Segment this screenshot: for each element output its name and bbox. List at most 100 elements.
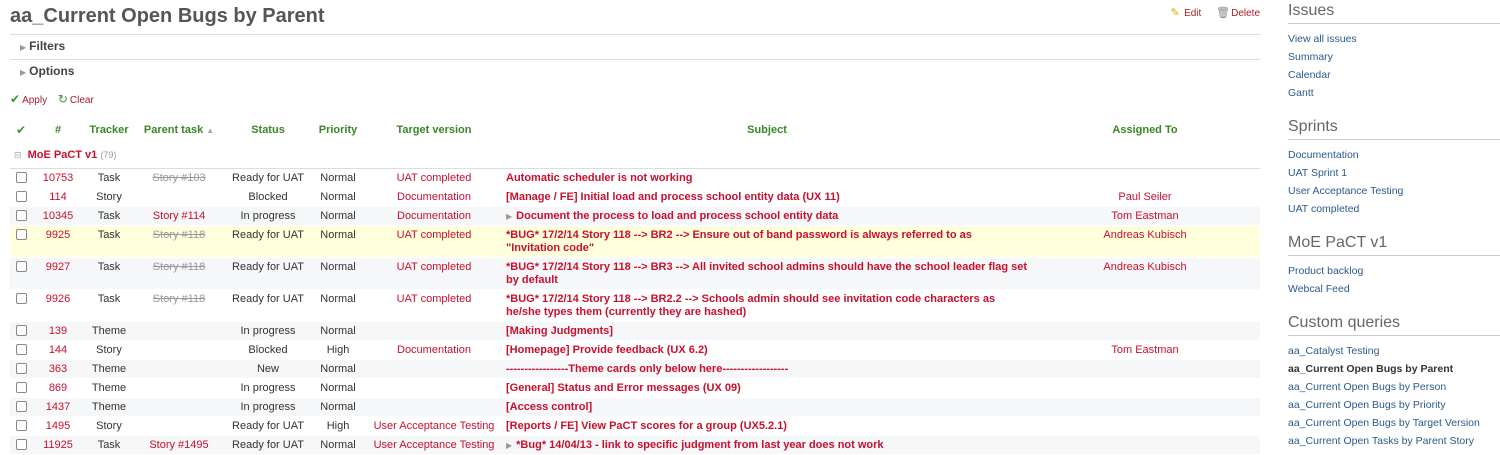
version-link[interactable]: UAT completed: [397, 229, 472, 241]
issue-id-link[interactable]: 11925: [43, 439, 73, 451]
parent-task-link[interactable]: Story #1495: [149, 439, 208, 451]
parent-task-link[interactable]: Story #118: [153, 229, 205, 241]
issue-id-link[interactable]: 114: [49, 191, 67, 203]
version-link[interactable]: User Acceptance Testing: [374, 439, 495, 451]
subject-text[interactable]: -----------------Theme cards only below …: [506, 363, 788, 375]
parent-task-link[interactable]: Story #118: [153, 261, 205, 273]
row-checkbox[interactable]: [15, 439, 27, 451]
sidebar-link[interactable]: UAT Sprint 1: [1288, 167, 1347, 179]
version-link[interactable]: UAT completed: [397, 172, 472, 184]
issue-id-link[interactable]: 1437: [46, 401, 70, 413]
clear-button[interactable]: ↻ Clear: [58, 92, 94, 106]
issue-id-link[interactable]: 363: [49, 363, 67, 375]
table-row[interactable]: 1437 Theme In progress Normal [Access contro…: [10, 397, 1260, 416]
options-section[interactable]: ▶ Options: [10, 59, 1260, 84]
assignee-link[interactable]: Paul Seiler: [1118, 191, 1171, 203]
version-link[interactable]: UAT completed: [397, 261, 472, 273]
issue-id-link[interactable]: 10753: [43, 172, 74, 184]
assignee-link[interactable]: Tom Eastman: [1111, 210, 1178, 222]
table-row[interactable]: 10753 Task Story #103 Ready for UAT Normal UA…: [10, 168, 1260, 187]
issue-id-link[interactable]: 9925: [46, 229, 70, 241]
subject-text[interactable]: *BUG* 17/2/14 Story 118 --> BR2.2 --> Sc…: [506, 293, 995, 318]
toggle-all-checkbox[interactable]: ✔: [10, 116, 32, 144]
edit-button[interactable]: ✎ Edit: [1169, 7, 1201, 19]
row-checkbox[interactable]: [15, 261, 27, 273]
table-row[interactable]: 9926 Task Story #118 Ready for UAT Normal UAT…: [10, 289, 1260, 321]
sidebar-link[interactable]: UAT completed: [1288, 203, 1359, 215]
parent-task-link[interactable]: Story #114: [153, 210, 205, 222]
filters-section[interactable]: ▶ Filters: [10, 34, 1260, 59]
col-target-version[interactable]: Target version: [364, 116, 504, 144]
issue-id-link[interactable]: 144: [49, 344, 67, 356]
subject-cell[interactable]: [Manage / FE] Initial load and process s…: [504, 187, 1030, 206]
subject-text[interactable]: [Making Judgments]: [506, 325, 613, 337]
subject-text[interactable]: [Access control]: [506, 401, 592, 413]
sidebar-link[interactable]: aa_Current Open Bugs by Person: [1288, 381, 1446, 393]
sidebar-link[interactable]: aa_Current Open Bugs by Priority: [1288, 399, 1446, 411]
filters-legend[interactable]: ▶ Filters: [20, 39, 70, 53]
sidebar-link[interactable]: View all issues: [1288, 33, 1357, 45]
sidebar-link[interactable]: Summary: [1288, 51, 1333, 63]
col-priority[interactable]: Priority: [312, 116, 364, 144]
issue-id-link[interactable]: 1495: [46, 420, 70, 432]
subject-cell[interactable]: ▶ Document the process to load and proces…: [504, 206, 1030, 225]
version-link[interactable]: Documentation: [397, 210, 471, 222]
col-status[interactable]: Status: [224, 116, 312, 144]
row-checkbox[interactable]: [15, 382, 27, 394]
col-tracker[interactable]: Tracker: [84, 116, 134, 144]
table-row[interactable]: 9927 Task Story #118 Ready for UAT Normal UAT…: [10, 257, 1260, 289]
subject-cell[interactable]: *BUG* 17/2/14 Story 118 --> BR2.2 --> Sc…: [504, 289, 1030, 321]
subject-text[interactable]: [General] Status and Error messages (UX …: [506, 382, 741, 394]
apply-button[interactable]: ✔ Apply: [10, 92, 47, 106]
row-checkbox[interactable]: [15, 325, 27, 337]
subject-text[interactable]: Document the process to load and process…: [516, 210, 838, 222]
row-checkbox[interactable]: [15, 363, 27, 375]
table-row[interactable]: 10345 Task Story #114 In progress Normal Docu…: [10, 206, 1260, 225]
version-link[interactable]: Documentation: [397, 344, 471, 356]
issue-id-link[interactable]: 10345: [43, 210, 74, 222]
col-subject[interactable]: Subject: [504, 116, 1030, 144]
sidebar-link[interactable]: Documentation: [1288, 149, 1359, 161]
sidebar-link[interactable]: aa_Current Open Bugs by Parent: [1288, 363, 1453, 375]
col-id[interactable]: #: [32, 116, 84, 144]
issue-id-link[interactable]: 9926: [46, 293, 70, 305]
assignee-link[interactable]: Tom Eastman: [1111, 344, 1178, 356]
sidebar-link[interactable]: User Acceptance Testing: [1288, 185, 1403, 197]
subject-cell[interactable]: -----------------Theme cards only below …: [504, 359, 1030, 378]
subject-text[interactable]: Automatic scheduler is not working: [506, 172, 692, 184]
table-row[interactable]: 114 Story Blocked Normal Documentation [Manag…: [10, 187, 1260, 206]
subject-cell[interactable]: Automatic scheduler is not working: [504, 168, 1030, 187]
subject-cell[interactable]: [General] Status and Error messages (UX …: [504, 378, 1030, 397]
row-checkbox[interactable]: [15, 191, 27, 203]
issue-id-link[interactable]: 139: [49, 325, 67, 337]
parent-task-link[interactable]: Story #118: [153, 293, 205, 305]
subject-text[interactable]: [Manage / FE] Initial load and process s…: [506, 191, 840, 203]
subject-text[interactable]: *BUG* 17/2/14 Story 118 --> BR2 --> Ensu…: [506, 229, 972, 254]
row-checkbox[interactable]: [15, 401, 27, 413]
subject-text[interactable]: [Reports / FE] View PaCT scores for a gr…: [506, 420, 787, 432]
version-link[interactable]: Documentation: [397, 191, 471, 203]
sidebar-link[interactable]: aa_Current Open Bugs by Target Version: [1288, 417, 1480, 429]
table-row[interactable]: 9925 Task Story #118 Ready for UAT Normal UAT…: [10, 225, 1260, 257]
subject-cell[interactable]: *BUG* 17/2/14 Story 118 --> BR2 --> Ensu…: [504, 225, 1030, 257]
table-row[interactable]: 144 Story Blocked High Documentation [Homepag…: [10, 340, 1260, 359]
row-checkbox[interactable]: [15, 210, 27, 222]
expand-toggle-icon[interactable]: ⊟: [14, 150, 22, 160]
sidebar-link[interactable]: Product backlog: [1288, 265, 1363, 277]
issue-id-link[interactable]: 869: [49, 382, 67, 394]
table-row[interactable]: 1495 Story Ready for UAT High User Acceptanc…: [10, 416, 1260, 435]
col-parent[interactable]: Parent task ▲: [134, 116, 224, 144]
sidebar-link[interactable]: aa_Current Open Tasks by Parent Story: [1288, 435, 1474, 447]
sidebar-link[interactable]: Calendar: [1288, 69, 1331, 81]
subject-cell[interactable]: [Homepage] Provide feedback (UX 6.2): [504, 340, 1030, 359]
version-link[interactable]: User Acceptance Testing: [374, 420, 495, 432]
subject-cell[interactable]: [Reports / FE] View PaCT scores for a gr…: [504, 416, 1030, 435]
subject-cell[interactable]: ▶ *Bug* 14/04/13 - link to specific judgm…: [504, 435, 1030, 454]
subject-text[interactable]: *BUG* 17/2/14 Story 118 --> BR3 --> All …: [506, 261, 1027, 286]
sidebar-link[interactable]: aa_Catalyst Testing: [1288, 345, 1379, 357]
table-row[interactable]: 363 Theme New Normal -----------------Theme …: [10, 359, 1260, 378]
assignee-link[interactable]: Andreas Kubisch: [1103, 229, 1186, 241]
sidebar-link[interactable]: Webcal Feed: [1288, 283, 1350, 295]
version-link[interactable]: UAT completed: [397, 293, 472, 305]
subject-text[interactable]: [Homepage] Provide feedback (UX 6.2): [506, 344, 708, 356]
